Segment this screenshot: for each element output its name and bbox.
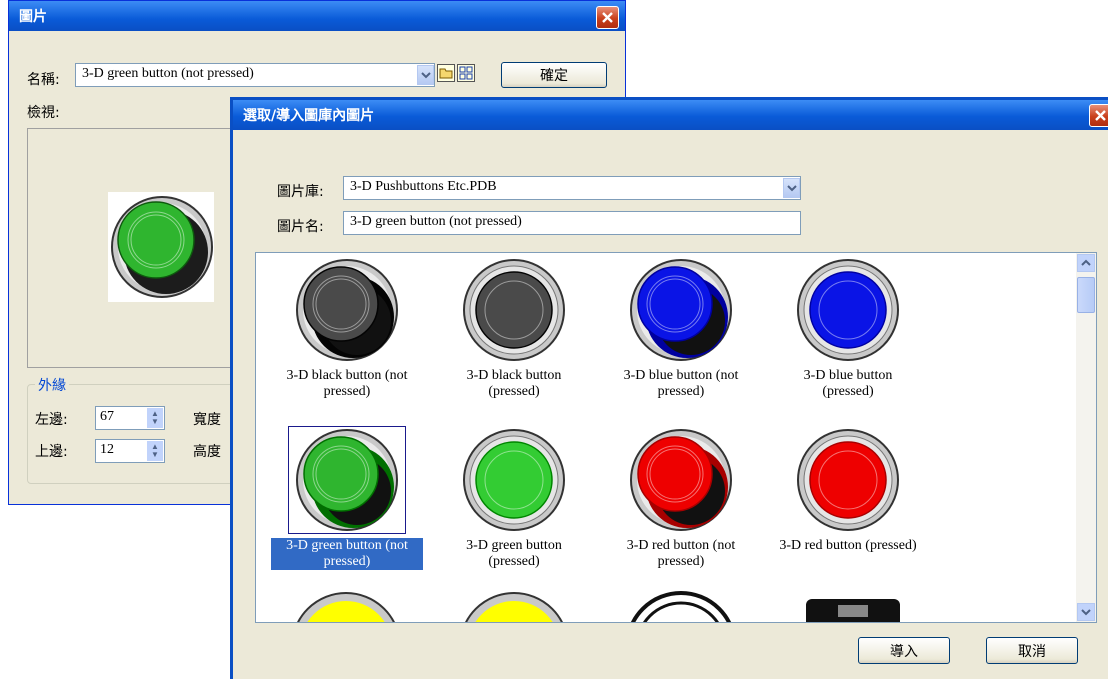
gallery-item[interactable]: 3-D black button (not pressed) [262,253,432,423]
gallery-item-label-line2: pressed) [323,384,371,399]
library-label: 圖片庫: [277,184,324,200]
push-button-icon [463,259,565,361]
gallery-item-label: 3-D black button (pressed) [429,368,599,400]
push-button-icon [797,429,899,531]
gallery-item[interactable]: 3-D green button (not pressed) [262,423,432,593]
gallery-item-label-line1: 3-D green button (not [286,538,408,553]
picture-dialog-title: 圖片 [19,9,47,25]
gallery-item[interactable]: 3-D green button (pressed) [429,423,599,593]
chevron-up-icon [1081,259,1091,266]
chevron-down-icon [420,72,431,79]
library-value: 3-D Pushbuttons Etc.PDB [350,179,497,194]
gallery-item-label: 3-D blue button (not pressed) [596,368,766,400]
width-label: 寬度 [193,412,221,428]
cancel-button-label: 取消 [1018,643,1046,660]
gallery-item-thumbnail [289,257,405,363]
push-button-icon [630,259,732,361]
scroll-up-button[interactable] [1077,254,1095,272]
gallery-item[interactable]: 3-D red button (not pressed) [596,423,766,593]
gallery-item[interactable]: 3-D black button (pressed) [429,253,599,423]
gallery-item-label-line2: pressed) [657,384,705,399]
left-label: 左邊: [35,412,68,428]
top-value: 12 [100,442,114,457]
import-dialog-close-button[interactable] [1089,104,1108,127]
picture-gallery[interactable]: 3-D black button (not pressed) 3-D black b… [255,252,1097,623]
push-button-icon [797,259,899,361]
top-spinner-arrows[interactable]: ▲ ▼ [147,441,163,461]
library-combobox[interactable]: 3-D Pushbuttons Etc.PDB [343,176,801,200]
close-icon [1095,110,1106,121]
ok-button[interactable]: 確定 [501,62,607,88]
gallery-item-thumbnail [288,426,406,534]
name-label: 名稱: [27,72,60,88]
push-button-icon [296,429,398,531]
import-button[interactable]: 導入 [858,637,950,664]
border-group-label: 外緣 [35,375,69,395]
top-label: 上邊: [35,444,68,460]
chevron-down-icon [786,185,797,192]
import-dialog-titlebar[interactable]: 選取/導入圖庫內圖片 [233,100,1108,130]
picture-name-value: 3-D green button (not pressed) [350,214,522,229]
top-spinner[interactable]: 12 ▲ ▼ [95,439,165,463]
gallery-item-label-line1: 3-D black button [466,368,562,383]
left-spinner[interactable]: 67 ▲ ▼ [95,406,165,430]
gallery-item-label: 3-D black button (not pressed) [262,368,432,400]
gallery-item-thumbnail [623,257,739,363]
gallery-items: 3-D black button (not pressed) 3-D black b… [256,253,1076,622]
gallery-item-label: 3-D green button (pressed) [429,538,599,570]
scroll-thumb[interactable] [1077,277,1095,313]
push-button-icon [630,429,732,531]
gallery-item-label-line2: (pressed) [488,384,540,399]
gallery-item-label-line1: 3-D black button (not [286,368,408,383]
picture-name-field[interactable]: 3-D green button (not pressed) [343,211,801,235]
name-combobox[interactable]: 3-D green button (not pressed) [75,63,435,87]
push-button-icon [463,429,565,531]
cancel-button[interactable]: 取消 [986,637,1078,664]
preview-image [108,192,214,302]
chevron-down-icon [1081,609,1091,616]
import-button-label: 導入 [890,643,918,660]
gallery-item-label: 3-D blue button (pressed) [763,368,933,400]
gallery-item-label-line2: (pressed) [488,554,540,569]
gallery-partial-row [256,591,1076,622]
library-dropdown-button[interactable] [783,178,800,198]
gallery-item-label-line2: pressed) [323,554,371,569]
picture-name-label: 圖片名: [277,219,324,235]
gallery-item-thumbnail [456,427,572,533]
gallery-item-thumbnail [790,257,906,363]
gallery-item[interactable]: 3-D blue button (pressed) [763,253,933,423]
push-button-icon [296,259,398,361]
gallery-item[interactable]: 3-D blue button (not pressed) [596,253,766,423]
left-spinner-arrows[interactable]: ▲ ▼ [147,408,163,428]
close-icon [602,12,613,23]
gallery-item-label-line1: 3-D green button [466,538,562,553]
gallery-item-label-line2: pressed) [657,554,705,569]
gallery-item-thumbnail [623,427,739,533]
gallery-item-label-line1: 3-D blue button (not [623,368,739,383]
gallery-item-label-line1: 3-D red button (not [626,538,736,553]
name-value: 3-D green button (not pressed) [82,66,254,81]
import-dialog-title: 選取/導入圖庫內圖片 [243,108,375,124]
preview-label: 檢視: [27,105,60,121]
gallery-scrollbar[interactable] [1076,253,1096,622]
gallery-item-thumbnail [790,427,906,533]
height-label: 高度 [193,444,221,460]
picture-dialog-close-button[interactable] [596,6,619,29]
ok-button-label: 確定 [540,68,568,84]
gallery-item-label: 3-D red button (pressed) [763,538,933,554]
picture-dialog-titlebar[interactable]: 圖片 [9,1,625,31]
gallery-item-label-line1: 3-D blue button [803,368,893,383]
gallery-item-thumbnail [456,257,572,363]
left-value: 67 [100,409,114,424]
gallery-item[interactable]: 3-D red button (pressed) [763,423,933,593]
gallery-item-label: 3-D green button (not pressed) [271,538,423,570]
gallery-item-label: 3-D red button (not pressed) [596,538,766,570]
scroll-down-button[interactable] [1077,603,1095,621]
gallery-item-label-line1: 3-D red button (pressed) [779,538,917,553]
import-picture-dialog: 選取/導入圖庫內圖片 圖片庫: 3-D Pushbuttons Etc.PDB … [230,97,1108,679]
name-dropdown-button[interactable] [417,65,434,85]
open-library-icon[interactable] [437,64,455,82]
gallery-grid-icon[interactable] [457,64,475,82]
gallery-item-label-line2: (pressed) [822,384,874,399]
